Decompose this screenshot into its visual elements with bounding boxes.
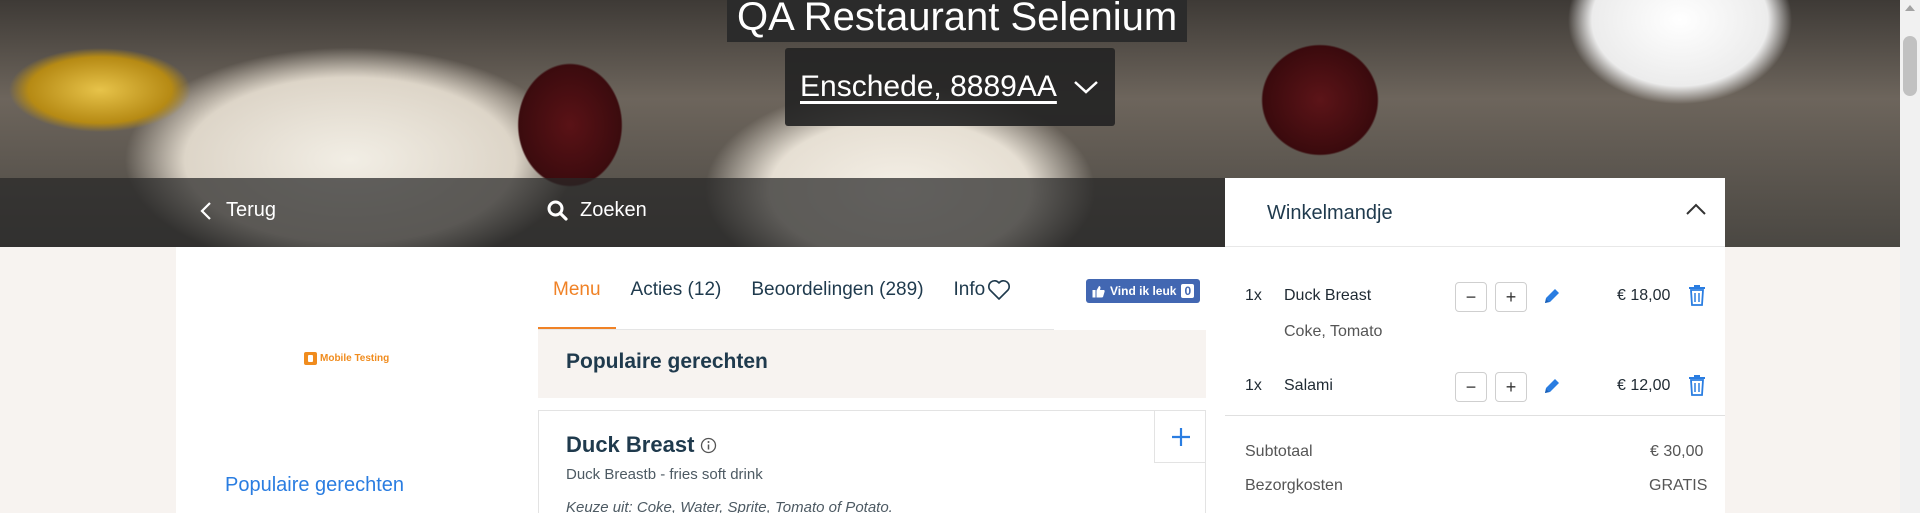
chevron-down-icon — [1074, 81, 1098, 94]
tab-info[interactable]: Info — [939, 276, 1027, 330]
scrollbar-thumb[interactable] — [1903, 36, 1917, 96]
tab-acties[interactable]: Acties (12) — [616, 276, 737, 330]
basket-item-qty: 1x — [1245, 377, 1262, 394]
back-label: Terug — [226, 199, 277, 221]
facebook-like-button[interactable]: Vind ik leuk 0 — [1086, 279, 1201, 303]
dish-card[interactable]: Duck Breast Duck Breastb - fries soft dr… — [538, 410, 1206, 513]
dish-name-row: Duck Breast — [566, 432, 717, 458]
delivery-cost-value: GRATIS — [1649, 477, 1708, 494]
basket-item-price: € 12,00 — [1617, 377, 1671, 394]
info-icon[interactable] — [700, 437, 717, 454]
tab-menu[interactable]: Menu — [538, 276, 616, 330]
thumbs-up-icon — [1092, 285, 1105, 297]
basket-item-price: € 18,00 — [1617, 287, 1671, 304]
search-label: Zoeken — [580, 199, 647, 221]
decrease-qty-button[interactable]: − — [1455, 282, 1487, 312]
search-icon — [547, 200, 568, 221]
basket-divider — [1225, 415, 1725, 416]
basket-item-qty: 1x — [1245, 287, 1262, 304]
location-selector[interactable]: Enschede, 8889AA — [785, 48, 1115, 126]
subtotal-value: € 30,00 — [1650, 443, 1704, 460]
restaurant-tabs: Menu Acties (12) Beoordelingen (289) Inf… — [538, 276, 1026, 330]
basket-item-extras: Coke, Tomato — [1284, 323, 1383, 340]
restaurant-logo: Mobile Testing — [304, 352, 389, 365]
facebook-like-label: Vind ik leuk — [1110, 284, 1177, 298]
basket-title: Winkelmandje — [1267, 202, 1393, 224]
scroll-up-arrow-icon[interactable] — [1905, 5, 1915, 11]
basket-item-name: Salami — [1284, 377, 1333, 394]
subtotal-label: Subtotaal — [1245, 443, 1313, 460]
dish-description: Duck Breastb - fries soft drink — [566, 466, 763, 483]
tab-beoordelingen[interactable]: Beoordelingen (289) — [736, 276, 938, 330]
back-button[interactable]: Terug — [200, 199, 276, 222]
basket-header[interactable]: Winkelmandje — [1225, 178, 1725, 247]
facebook-like-count: 0 — [1181, 284, 1195, 298]
shopping-basket: Winkelmandje 1x Duck Breast Coke, Tomato… — [1225, 178, 1725, 513]
increase-qty-button[interactable]: + — [1495, 282, 1527, 312]
increase-qty-button[interactable]: + — [1495, 372, 1527, 402]
pencil-icon[interactable] — [1542, 286, 1562, 306]
dish-options: Keuze uit: Coke, Water, Sprite, Tomato o… — [566, 499, 893, 513]
section-title: Populaire gerechten — [566, 350, 768, 373]
sidebar-link-populaire-gerechten[interactable]: Populaire gerechten — [225, 474, 404, 497]
location-text: Enschede, 8889AA — [800, 70, 1057, 103]
tab-info-label: Info — [953, 279, 986, 300]
heart-icon[interactable] — [987, 279, 1011, 301]
chevron-left-icon — [200, 201, 211, 220]
trash-icon[interactable] — [1688, 375, 1706, 396]
plus-icon — [1171, 427, 1190, 446]
section-header: Populaire gerechten — [538, 330, 1206, 398]
logo-icon — [304, 352, 317, 365]
search-button[interactable]: Zoeken — [547, 199, 647, 222]
add-dish-button[interactable] — [1154, 411, 1206, 463]
logo-text: Mobile Testing — [320, 353, 390, 364]
restaurant-title: QA Restaurant Selenium — [727, 0, 1188, 42]
dish-name: Duck Breast — [566, 432, 695, 457]
trash-icon[interactable] — [1688, 285, 1706, 306]
chevron-up-icon[interactable] — [1685, 202, 1707, 216]
basket-item-name: Duck Breast — [1284, 287, 1372, 304]
pencil-icon[interactable] — [1542, 376, 1562, 396]
delivery-cost-label: Bezorgkosten — [1245, 477, 1343, 494]
decrease-qty-button[interactable]: − — [1455, 372, 1487, 402]
